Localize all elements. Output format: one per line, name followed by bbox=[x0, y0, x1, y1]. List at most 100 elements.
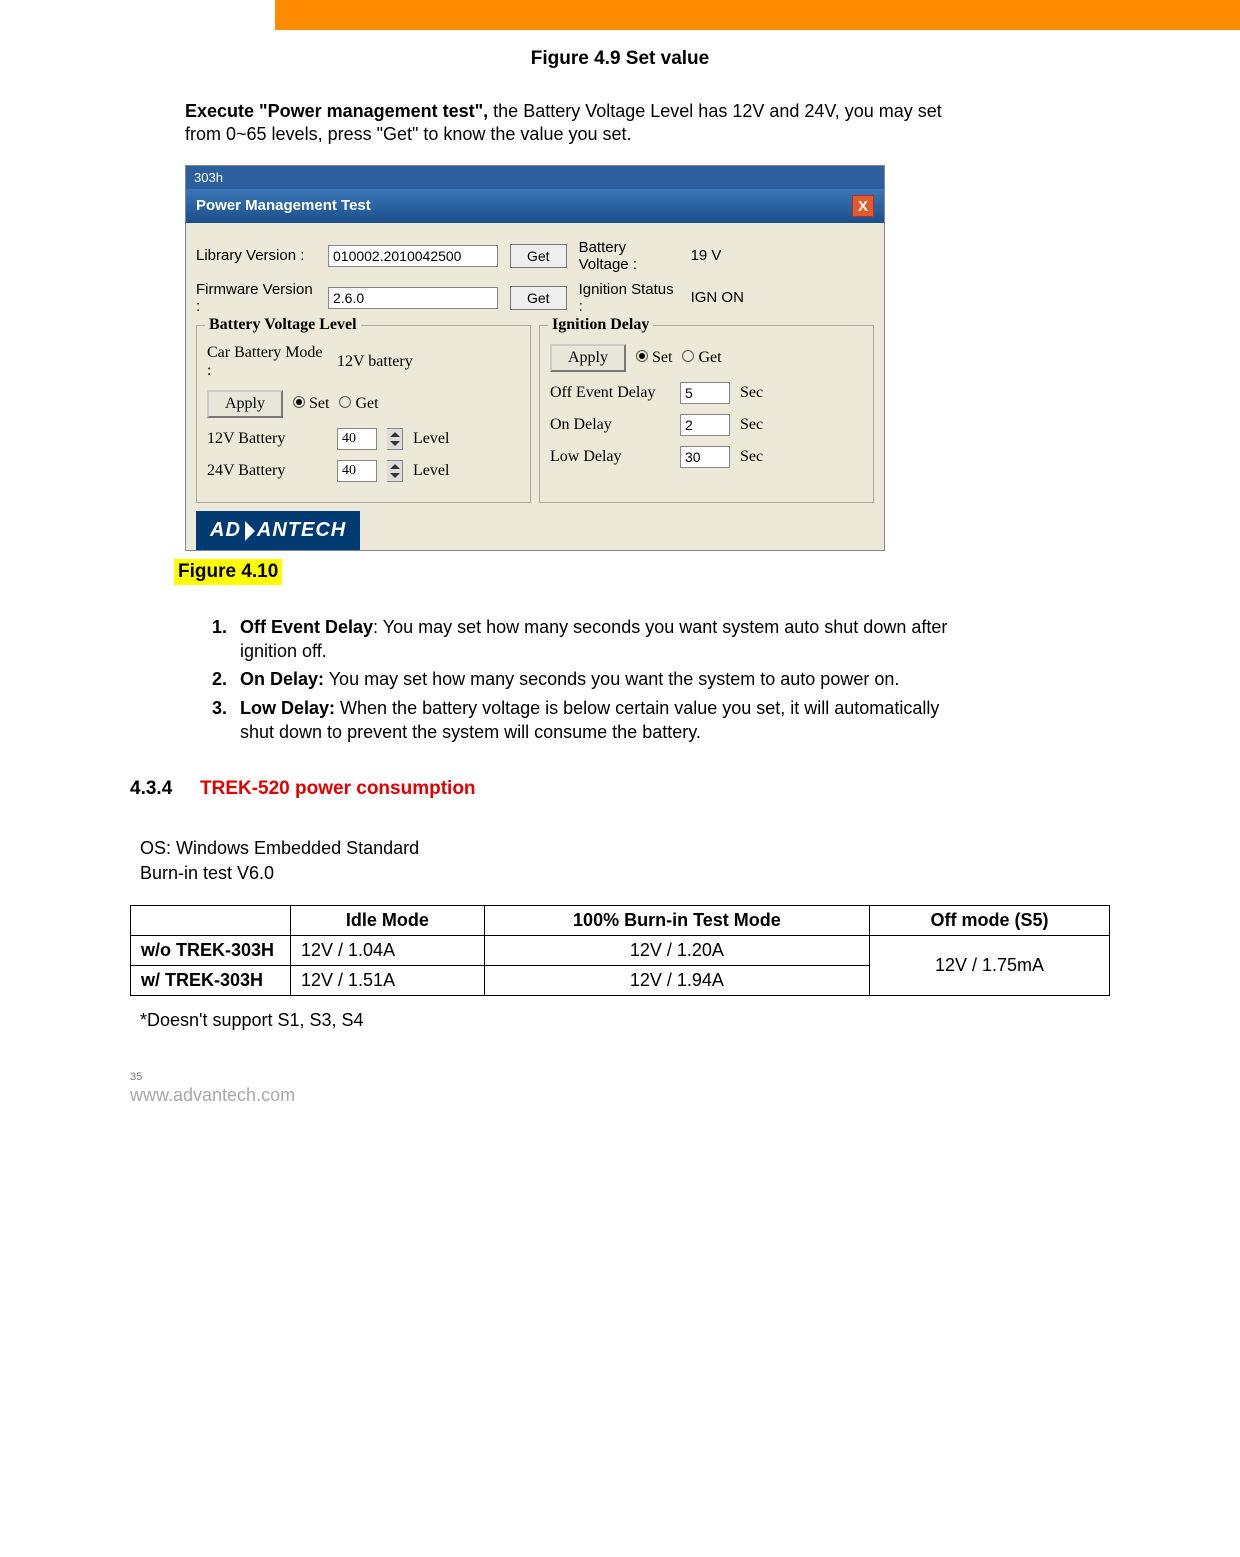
table-row: w/o TREK-303H 12V / 1.04A 12V / 1.20A 12… bbox=[131, 935, 1110, 965]
doc-header-white-block bbox=[0, 0, 275, 30]
row1-burn: 12V / 1.20A bbox=[484, 935, 869, 965]
item-1-bold: Off Event Delay bbox=[240, 617, 373, 637]
os-info: OS: Windows Embedded Standard Burn-in te… bbox=[140, 836, 1110, 886]
v24-unit: Level bbox=[413, 462, 449, 480]
low-delay-input[interactable] bbox=[680, 446, 730, 468]
list-item: 3. Low Delay: When the battery voltage i… bbox=[212, 696, 952, 745]
library-version-label: Library Version : bbox=[196, 247, 316, 264]
firmware-version-input[interactable] bbox=[328, 287, 498, 309]
low-unit: Sec bbox=[740, 448, 763, 466]
bvl-group-title: Battery Voltage Level bbox=[205, 316, 361, 334]
library-version-input[interactable] bbox=[328, 245, 498, 267]
delay-apply-button[interactable]: Apply bbox=[550, 344, 626, 372]
bvl-get-radio[interactable]: Get bbox=[339, 395, 378, 413]
advantech-logo: ADANTECH bbox=[196, 511, 360, 550]
row1-label: w/o TREK-303H bbox=[131, 935, 291, 965]
off-unit: Sec bbox=[740, 384, 763, 402]
bvl-apply-button[interactable]: Apply bbox=[207, 390, 283, 418]
doc-header-bar bbox=[0, 0, 1240, 30]
firmware-version-get-button[interactable]: Get bbox=[510, 286, 567, 310]
dialog-body: Library Version : Get Battery Voltage : … bbox=[186, 223, 884, 550]
low-delay-label: Low Delay bbox=[550, 448, 670, 466]
section-4-3-4-heading: 4.3.4 TREK-520 power consumption bbox=[130, 778, 1110, 800]
off-event-delay-row: Off Event Delay Sec bbox=[550, 382, 863, 404]
th-idle: Idle Mode bbox=[291, 905, 485, 935]
table-header-row: Idle Mode 100% Burn-in Test Mode Off mod… bbox=[131, 905, 1110, 935]
radio-icon bbox=[339, 396, 351, 408]
spinner-arrows-icon[interactable] bbox=[387, 428, 403, 450]
on-delay-label: On Delay bbox=[550, 416, 670, 434]
battery-voltage-level-group: Battery Voltage Level Car Battery Mode :… bbox=[196, 325, 531, 503]
settings-groups: Battery Voltage Level Car Battery Mode :… bbox=[196, 325, 874, 503]
battery-voltage-value: 19 V bbox=[691, 247, 751, 264]
page-content: Figure 4.9 Set value Execute "Power mana… bbox=[0, 30, 1240, 1106]
row2-idle: 12V / 1.51A bbox=[291, 965, 485, 995]
row2-burn: 12V / 1.94A bbox=[484, 965, 869, 995]
delay-set-radio[interactable]: Set bbox=[636, 349, 672, 367]
power-management-screenshot: 303h Power Management Test X Library Ver… bbox=[185, 165, 885, 551]
footer-url: www.advantech.com bbox=[130, 1085, 1110, 1106]
on-unit: Sec bbox=[740, 416, 763, 434]
car-battery-mode-row: Car Battery Mode : 12V battery bbox=[207, 344, 520, 380]
page-number: 35 bbox=[130, 1071, 1110, 1083]
delay-group-title: Ignition Delay bbox=[548, 316, 653, 334]
off-event-delay-label: Off Event Delay bbox=[550, 384, 670, 402]
section-number: 4.3.4 bbox=[130, 778, 200, 800]
car-battery-mode-value: 12V battery bbox=[337, 353, 413, 371]
radio-icon bbox=[293, 396, 305, 408]
th-off: Off mode (S5) bbox=[870, 905, 1110, 935]
firmware-version-row: Firmware Version : Get Ignition Status :… bbox=[196, 281, 874, 315]
car-battery-mode-label: Car Battery Mode : bbox=[207, 344, 327, 380]
logo-triangle-icon bbox=[245, 521, 255, 541]
list-num-1: 1. bbox=[212, 615, 240, 664]
ignition-status-value: IGN ON bbox=[691, 289, 751, 306]
row2-label: w/ TREK-303H bbox=[131, 965, 291, 995]
list-num-3: 3. bbox=[212, 696, 240, 745]
v12-unit: Level bbox=[413, 430, 449, 448]
list-num-2: 2. bbox=[212, 667, 240, 691]
window-title: Power Management Test bbox=[196, 197, 371, 214]
list-item: 2. On Delay: You may set how many second… bbox=[212, 667, 952, 691]
close-icon[interactable]: X bbox=[852, 195, 874, 217]
item-3-rest: When the battery voltage is below certai… bbox=[240, 698, 939, 742]
radio-icon bbox=[682, 350, 694, 362]
table-footnote: *Doesn't support S1, S3, S4 bbox=[140, 1010, 1110, 1031]
intro-lead: Execute "Power management test", bbox=[185, 101, 488, 121]
ignition-delay-group: Ignition Delay Apply Set Get Off Event D… bbox=[539, 325, 874, 503]
battery-voltage-label: Battery Voltage : bbox=[579, 239, 679, 273]
on-delay-row: On Delay Sec bbox=[550, 414, 863, 436]
v24-label: 24V Battery bbox=[207, 462, 327, 480]
library-version-get-button[interactable]: Get bbox=[510, 244, 567, 268]
v24-row: 24V Battery 40 Level bbox=[207, 460, 520, 482]
item-2-rest: You may set how many seconds you want th… bbox=[324, 669, 899, 689]
delay-apply-row: Apply Set Get bbox=[550, 344, 863, 372]
power-consumption-table: Idle Mode 100% Burn-in Test Mode Off mod… bbox=[130, 905, 1110, 996]
os-line: OS: Windows Embedded Standard bbox=[140, 836, 1110, 861]
off-event-delay-input[interactable] bbox=[680, 382, 730, 404]
v12-row: 12V Battery 40 Level bbox=[207, 428, 520, 450]
window-titlebar: Power Management Test X bbox=[186, 189, 884, 223]
v24-spin-input[interactable]: 40 bbox=[337, 460, 377, 482]
item-3-bold: Low Delay: bbox=[240, 698, 335, 718]
spinner-arrows-icon[interactable] bbox=[387, 460, 403, 482]
delay-description-list: 1. Off Event Delay: You may set how many… bbox=[212, 615, 952, 744]
ignition-status-label: Ignition Status : bbox=[579, 281, 679, 315]
radio-icon bbox=[636, 350, 648, 362]
on-delay-input[interactable] bbox=[680, 414, 730, 436]
v12-label: 12V Battery bbox=[207, 430, 327, 448]
off-mode-value: 12V / 1.75mA bbox=[870, 935, 1110, 995]
figure-4-9-caption: Figure 4.9 Set value bbox=[130, 48, 1110, 70]
th-burn: 100% Burn-in Test Mode bbox=[484, 905, 869, 935]
delay-get-radio[interactable]: Get bbox=[682, 349, 721, 367]
library-version-row: Library Version : Get Battery Voltage : … bbox=[196, 239, 874, 273]
low-delay-row: Low Delay Sec bbox=[550, 446, 863, 468]
bvl-set-radio[interactable]: Set bbox=[293, 395, 329, 413]
item-2-bold: On Delay: bbox=[240, 669, 324, 689]
burnin-line: Burn-in test V6.0 bbox=[140, 861, 1110, 886]
app-titlebar: 303h bbox=[186, 166, 884, 189]
intro-paragraph: Execute "Power management test", the Bat… bbox=[185, 100, 945, 147]
figure-4-10-caption: Figure 4.10 bbox=[174, 559, 282, 585]
v12-spin-input[interactable]: 40 bbox=[337, 428, 377, 450]
firmware-version-label: Firmware Version : bbox=[196, 281, 316, 315]
bvl-apply-row: Apply Set Get bbox=[207, 390, 520, 418]
